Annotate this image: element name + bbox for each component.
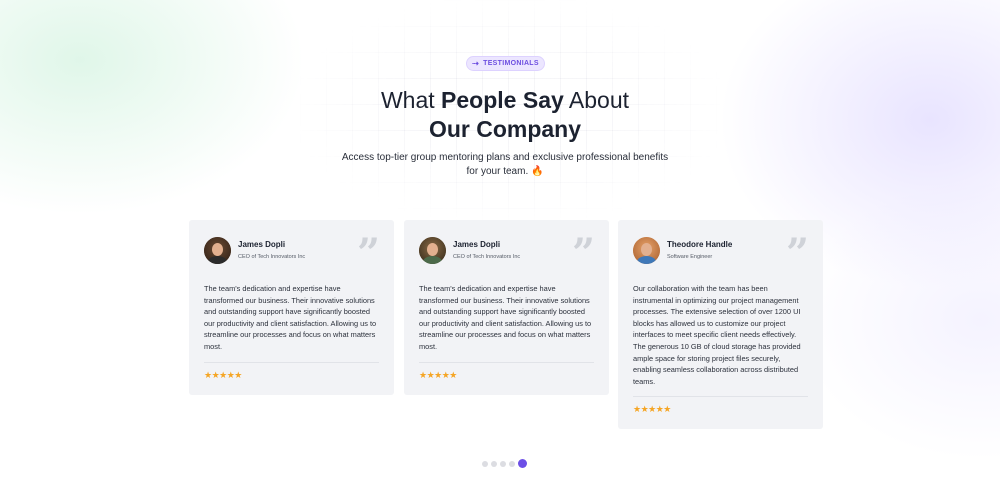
testimonial-card: Theodore Handle Software Engineer ” Our … (618, 220, 823, 430)
testimonial-card: James Dopli CEO of Tech Innovators Inc ”… (189, 220, 394, 395)
pagination-dot-active[interactable] (518, 459, 527, 468)
author-name: Theodore Handle (667, 240, 733, 249)
divider (633, 396, 808, 398)
title-part-1: What (380, 87, 442, 113)
card-header: James Dopli CEO of Tech Innovators Inc (419, 236, 594, 264)
author-role: Software Engineer (667, 254, 713, 260)
avatar (204, 236, 231, 264)
star-rating: ★★★★★ (419, 369, 457, 380)
author-role: CEO of Tech Innovators Inc (238, 254, 306, 260)
quote-icon: ” (785, 230, 809, 277)
quote-icon: ” (571, 230, 595, 277)
testimonial-text: The team's dedication and expertise have… (204, 284, 377, 351)
carousel-pagination (482, 459, 527, 468)
testimonial-text: Our collaboration with the team has been… (633, 284, 801, 386)
arrow-icon: ⇢ (472, 59, 480, 68)
avatar (633, 236, 660, 264)
title-part-2: About (563, 87, 630, 113)
author-name: James Dopli (453, 240, 501, 249)
star-rating: ★★★★★ (633, 404, 671, 415)
section-title: What People Say About Our Company (300, 86, 710, 144)
star-rating: ★★★★★ (204, 369, 242, 380)
title-bold-2: Our Company (428, 116, 582, 142)
author-name: James Dopli (238, 240, 286, 249)
author-role: CEO of Tech Innovators Inc (453, 254, 521, 260)
quote-icon: ” (356, 230, 380, 277)
testimonial-card: James Dopli CEO of Tech Innovators Inc ”… (404, 220, 609, 395)
divider (204, 361, 379, 363)
pagination-dot[interactable] (491, 460, 497, 467)
pagination-dot[interactable] (509, 460, 515, 467)
pagination-dot[interactable] (482, 460, 488, 467)
badge-label: TESTIMONIALS (483, 60, 539, 67)
divider (419, 361, 594, 363)
card-header: James Dopli CEO of Tech Innovators Inc (204, 236, 379, 264)
testimonial-text: The team's dedication and expertise have… (419, 284, 592, 351)
pagination-dot[interactable] (500, 460, 506, 467)
section-subtitle: Access top-tier group mentoring plans an… (341, 152, 669, 177)
avatar (419, 236, 446, 264)
testimonials-badge: ⇢ TESTIMONIALS (466, 56, 545, 71)
title-bold-1: People Say (441, 87, 564, 113)
card-header: Theodore Handle Software Engineer (633, 236, 808, 264)
